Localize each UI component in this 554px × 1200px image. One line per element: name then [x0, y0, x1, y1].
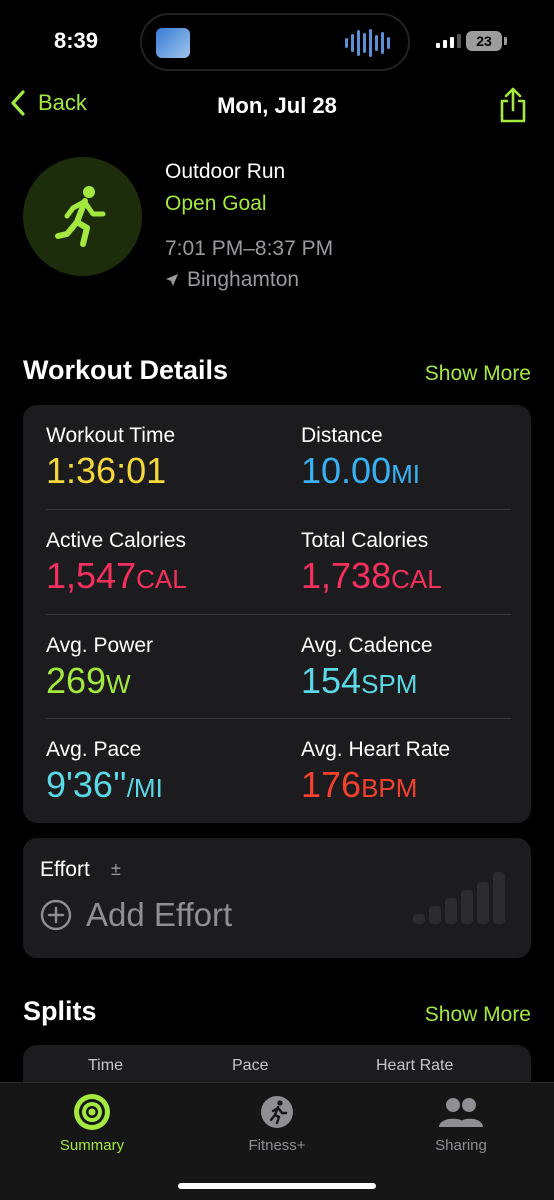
- metric-label: Avg. Pace: [46, 738, 142, 761]
- now-playing-artwork: [156, 28, 190, 58]
- effort-card[interactable]: Effort ± Add Effort: [23, 838, 531, 958]
- status-bar: 8:39 23: [0, 0, 554, 80]
- fitness-plus-icon: [261, 1096, 293, 1128]
- details-show-more-link[interactable]: Show More: [425, 362, 531, 386]
- tab-fitness-plus[interactable]: Fitness+: [207, 1091, 347, 1154]
- splits-col-time: Time: [88, 1057, 123, 1074]
- workout-goal: Open Goal: [165, 192, 267, 215]
- tab-label: Summary: [59, 1137, 125, 1154]
- divider: [46, 509, 511, 510]
- metric-value: 154SPM: [301, 660, 418, 701]
- workout-location: Binghamton: [165, 268, 299, 292]
- tab-label: Fitness+: [248, 1137, 306, 1154]
- metric-label: Avg. Cadence: [301, 634, 433, 657]
- metric-value: 269W: [46, 660, 131, 701]
- metric-label: Active Calories: [46, 529, 187, 552]
- metric-label: Workout Time: [46, 424, 176, 447]
- people-icon: [439, 1098, 483, 1127]
- effort-level-icon: [413, 872, 505, 924]
- tab-label: Sharing: [435, 1137, 487, 1154]
- metric-value: 176BPM: [301, 764, 418, 805]
- splits-col-pace: Pace: [232, 1057, 269, 1074]
- splits-heading: Splits: [23, 996, 97, 1026]
- metric-label: Avg. Power: [46, 634, 153, 657]
- running-figure-icon: [54, 185, 105, 247]
- metric-total-calories: Total Calories 1,738CAL: [301, 529, 541, 597]
- workout-type-badge: [23, 157, 142, 276]
- dynamic-island[interactable]: [140, 13, 410, 71]
- workout-time-range: 7:01 PM–8:37 PM: [165, 237, 334, 260]
- audio-waveform-icon: [345, 29, 390, 57]
- metric-avg-cadence: Avg. Cadence 154SPM: [301, 634, 541, 702]
- workout-type: Outdoor Run: [165, 160, 286, 183]
- metric-distance: Distance 10.00MI: [301, 424, 541, 492]
- activity-rings-icon: [74, 1094, 110, 1130]
- metric-label: Distance: [301, 424, 383, 447]
- metric-label: Avg. Heart Rate: [301, 738, 451, 761]
- metric-active-calories: Active Calories 1,547CAL: [46, 529, 286, 597]
- metric-avg-heart-rate: Avg. Heart Rate 176BPM: [301, 738, 541, 806]
- share-icon: [500, 87, 526, 123]
- splits-col-heart-rate: Heart Rate: [376, 1057, 454, 1074]
- location-label: Binghamton: [187, 268, 300, 291]
- share-button[interactable]: [498, 86, 528, 129]
- metric-value: 1:36:01: [46, 450, 167, 491]
- divider: [46, 614, 511, 615]
- workout-details-card: Workout Time 1:36:01 Distance 10.00MI Ac…: [23, 405, 531, 823]
- effort-plusminus-icon: ±: [111, 859, 121, 879]
- metric-value: 9'36''/MI: [46, 764, 163, 805]
- metric-avg-power: Avg. Power 269W: [46, 634, 286, 702]
- metric-value: 10.00MI: [301, 450, 420, 491]
- plus-circle-icon: [40, 899, 72, 931]
- metric-workout-time: Workout Time 1:36:01: [46, 424, 286, 492]
- add-effort-label: Add Effort: [86, 896, 233, 933]
- metric-avg-pace: Avg. Pace 9'36''/MI: [46, 738, 286, 806]
- metric-value: 1,547CAL: [46, 555, 187, 596]
- tab-sharing[interactable]: Sharing: [391, 1091, 531, 1154]
- effort-label: Effort: [40, 858, 90, 881]
- page-title: Mon, Jul 28: [217, 93, 337, 118]
- location-arrow-icon: [166, 274, 178, 286]
- metric-label: Total Calories: [301, 529, 429, 552]
- home-indicator[interactable]: [178, 1183, 376, 1189]
- add-effort-button[interactable]: Add Effort: [40, 896, 232, 934]
- workout-details-heading: Workout Details: [23, 355, 229, 385]
- battery-icon: 23: [466, 31, 507, 51]
- divider: [46, 718, 511, 719]
- cellular-signal-icon: [436, 34, 461, 48]
- tab-summary[interactable]: Summary: [22, 1091, 162, 1154]
- metric-value: 1,738CAL: [301, 555, 442, 596]
- splits-show-more-link[interactable]: Show More: [425, 1003, 531, 1027]
- status-time: 8:39: [54, 28, 99, 53]
